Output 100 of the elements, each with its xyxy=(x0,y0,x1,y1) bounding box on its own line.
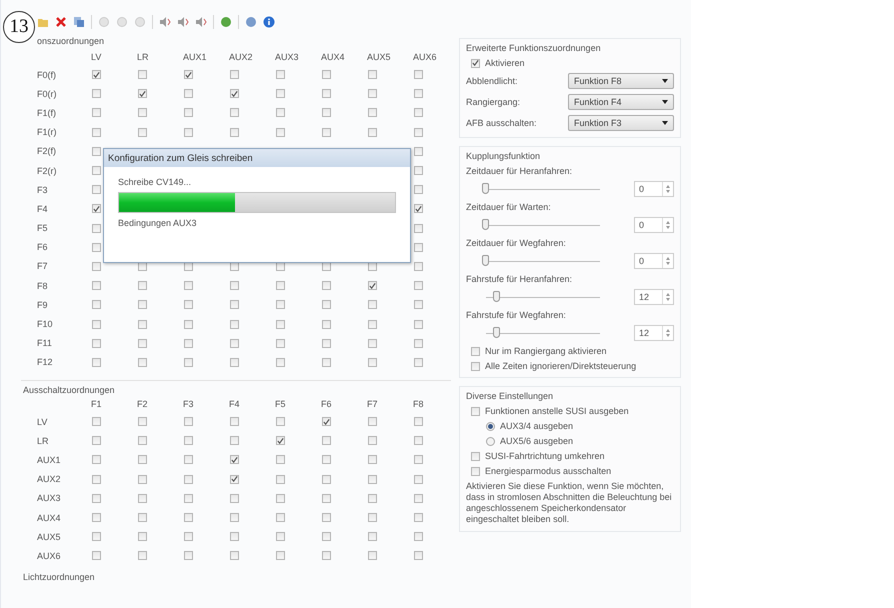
checkbox[interactable] xyxy=(184,532,193,542)
checkbox[interactable] xyxy=(230,436,239,446)
checkbox[interactable] xyxy=(276,532,285,542)
spin-arrows-icon[interactable] xyxy=(662,290,673,304)
checkbox[interactable] xyxy=(138,358,147,367)
checkbox[interactable] xyxy=(276,474,285,484)
checkbox[interactable] xyxy=(230,513,239,522)
checkbox[interactable] xyxy=(276,338,285,348)
checkbox[interactable] xyxy=(92,108,101,118)
checkbox[interactable] xyxy=(322,128,331,137)
checkbox[interactable] xyxy=(92,204,101,214)
checkbox[interactable] xyxy=(92,417,101,426)
checkbox[interactable] xyxy=(368,513,377,522)
checkbox[interactable] xyxy=(368,338,377,348)
checkbox[interactable] xyxy=(184,551,193,560)
speaker-icon[interactable] xyxy=(177,16,189,28)
checkbox[interactable] xyxy=(184,513,193,522)
checkbox[interactable] xyxy=(276,70,285,80)
checkbox[interactable] xyxy=(184,455,193,464)
checkbox[interactable] xyxy=(184,358,193,367)
checkbox[interactable] xyxy=(414,281,423,290)
checkbox[interactable] xyxy=(414,242,423,252)
checkbox[interactable] xyxy=(322,494,331,503)
dropdown[interactable]: Funktion F3 xyxy=(568,115,674,131)
checkbox[interactable] xyxy=(230,320,239,329)
checkbox[interactable] xyxy=(414,70,423,80)
checkbox[interactable] xyxy=(471,466,480,476)
checkbox[interactable] xyxy=(368,89,377,98)
checkbox[interactable] xyxy=(184,338,193,348)
checkbox[interactable] xyxy=(414,89,423,98)
checkbox[interactable] xyxy=(92,513,101,522)
copy-icon[interactable] xyxy=(73,16,85,28)
checkbox[interactable] xyxy=(138,532,147,542)
checkbox[interactable] xyxy=(184,70,193,80)
delete-icon[interactable] xyxy=(55,16,67,28)
slider[interactable] xyxy=(482,183,600,195)
checkbox[interactable] xyxy=(322,89,331,98)
checkbox[interactable] xyxy=(414,146,423,156)
checkbox[interactable] xyxy=(92,70,101,80)
number-field[interactable]: 0 xyxy=(634,181,674,197)
checkbox[interactable] xyxy=(322,513,331,522)
checkbox[interactable] xyxy=(471,406,480,416)
checkbox[interactable] xyxy=(92,281,101,290)
checkbox[interactable] xyxy=(92,358,101,367)
checkbox[interactable] xyxy=(92,185,101,194)
circle-icon[interactable] xyxy=(134,16,146,28)
checkbox[interactable] xyxy=(184,320,193,329)
checkbox[interactable] xyxy=(92,300,101,310)
checkbox[interactable] xyxy=(276,455,285,464)
checkbox[interactable] xyxy=(184,89,193,98)
checkbox[interactable] xyxy=(230,532,239,542)
checkbox[interactable] xyxy=(184,436,193,446)
checkbox[interactable] xyxy=(138,281,147,290)
checkbox[interactable] xyxy=(230,300,239,310)
checkbox[interactable] xyxy=(368,455,377,464)
checkbox[interactable] xyxy=(414,436,423,446)
checkbox[interactable] xyxy=(92,262,101,271)
checkbox[interactable] xyxy=(414,300,423,310)
checkbox[interactable] xyxy=(92,338,101,348)
checkbox[interactable] xyxy=(276,494,285,503)
checkbox[interactable] xyxy=(92,551,101,560)
checkbox[interactable] xyxy=(184,300,193,310)
checkbox[interactable] xyxy=(322,358,331,367)
checkbox[interactable] xyxy=(230,89,239,98)
checkbox[interactable] xyxy=(322,108,331,118)
checkbox[interactable] xyxy=(276,108,285,118)
checkbox[interactable] xyxy=(138,70,147,80)
checkbox[interactable] xyxy=(92,320,101,329)
checkbox[interactable] xyxy=(322,281,331,290)
checkbox[interactable] xyxy=(414,494,423,503)
number-field[interactable]: 0 xyxy=(634,253,674,269)
checkbox[interactable] xyxy=(184,128,193,137)
radio-button[interactable] xyxy=(486,436,495,446)
checkbox[interactable] xyxy=(414,185,423,194)
checkbox[interactable] xyxy=(276,300,285,310)
checkbox[interactable] xyxy=(184,494,193,503)
checkbox[interactable] xyxy=(184,281,193,290)
checkbox[interactable] xyxy=(138,436,147,446)
checkbox[interactable] xyxy=(414,166,423,176)
checkbox[interactable] xyxy=(368,70,377,80)
checkbox[interactable] xyxy=(230,417,239,426)
checkbox[interactable] xyxy=(368,281,377,290)
checkbox[interactable] xyxy=(230,455,239,464)
checkbox[interactable] xyxy=(368,108,377,118)
checkbox[interactable] xyxy=(92,494,101,503)
checkbox[interactable] xyxy=(414,358,423,367)
checkbox[interactable] xyxy=(138,300,147,310)
checkbox[interactable] xyxy=(138,494,147,503)
checkbox[interactable] xyxy=(138,417,147,426)
spin-arrows-icon[interactable] xyxy=(662,254,673,268)
checkbox[interactable] xyxy=(368,436,377,446)
checkbox[interactable] xyxy=(276,320,285,329)
dropdown[interactable]: Funktion F8 xyxy=(568,73,674,89)
number-field[interactable]: 12 xyxy=(634,325,674,341)
checkbox[interactable] xyxy=(322,474,331,484)
help-icon[interactable] xyxy=(245,16,257,28)
speaker-icon[interactable] xyxy=(195,16,207,28)
checkbox[interactable] xyxy=(138,474,147,484)
checkbox[interactable] xyxy=(414,204,423,214)
checkbox[interactable] xyxy=(138,89,147,98)
